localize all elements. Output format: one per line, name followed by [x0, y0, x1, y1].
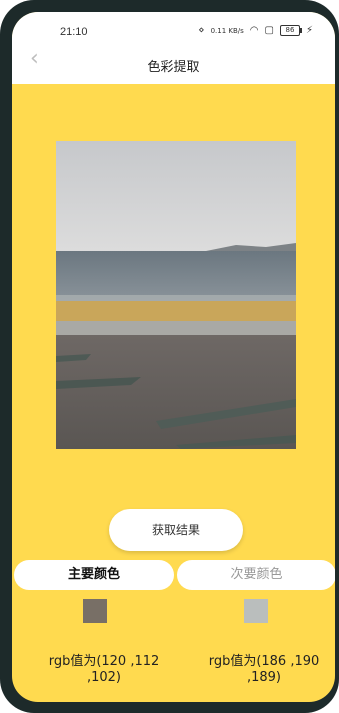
primary-rgb-text: rgb值为(120 ,112 ,102) [39, 654, 169, 686]
nav-bar: ‹ 色彩提取 [12, 44, 335, 84]
vibrate-icon: ⋄ [198, 25, 205, 36]
primary-rgb-value: rgb值为(120 ,112 ,102) [48, 654, 160, 685]
app-screen: 21:10 ⋄ 0.11 KB/s ◠ ▢ 86 ⚡ ‹ 色彩提取 获取结果 主… [12, 12, 335, 702]
primary-color-swatch [83, 599, 107, 623]
source-photo [56, 141, 296, 449]
phone-frame: 21:10 ⋄ 0.11 KB/s ◠ ▢ 86 ⚡ ‹ 色彩提取 获取结果 主… [0, 0, 339, 713]
get-result-button[interactable]: 获取结果 [109, 509, 243, 551]
tab-secondary-color[interactable]: 次要颜色 [177, 560, 335, 590]
status-time: 21:10 [60, 26, 88, 38]
tab-main-color[interactable]: 主要颜色 [14, 560, 174, 590]
secondary-rgb-value: rgb值为(186 ,190 ,189) [208, 654, 320, 685]
status-icons: ⋄ 0.11 KB/s ◠ ▢ 86 ⚡ [198, 25, 313, 36]
battery-icon: 86 [279, 25, 302, 36]
page-title: 色彩提取 [147, 60, 200, 75]
secondary-color-swatch [244, 599, 268, 623]
secondary-rgb-text: rgb值为(186 ,190 ,189) [199, 654, 329, 686]
sim-icon: ▢ [264, 25, 274, 36]
charging-icon: ⚡ [305, 25, 313, 36]
net-speed: 0.11 KB/s [210, 26, 244, 35]
status-bar: 21:10 ⋄ 0.11 KB/s ◠ ▢ 86 ⚡ [12, 12, 335, 44]
color-tabs: 主要颜色 次要颜色 [14, 560, 335, 590]
wifi-icon: ◠ [249, 25, 259, 36]
